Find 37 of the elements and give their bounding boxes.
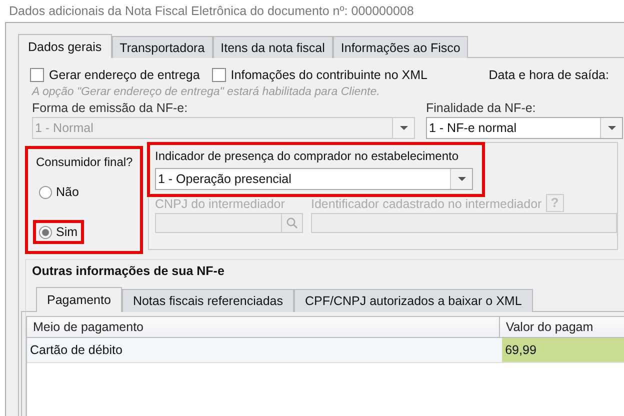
window-title: Dados adicionais da Nota Fiscal Eletrônica do documento nº: 000000008 [8, 3, 415, 20]
section-title: Outras informações de sua NF-e [31, 263, 226, 280]
radio-button[interactable] [39, 226, 52, 238]
field-label: Forma de emissão da NF-e: [32, 100, 189, 117]
dropdown-icon [458, 177, 466, 181]
column-header: Valor do pagam [504, 319, 594, 336]
tab[interactable]: Dados gerais [18, 34, 112, 58]
purpose-select[interactable]: 1 - NF-e normal [426, 117, 623, 139]
cnpj-field[interactable] [155, 213, 303, 233]
checkbox[interactable] [30, 68, 44, 82]
checkbox[interactable] [212, 68, 226, 82]
tab[interactable]: CPF/CNPJ autorizados a baixar o XML [294, 289, 533, 312]
radio-label[interactable]: Não [56, 185, 79, 199]
tab[interactable]: Transportadora [112, 36, 213, 58]
field-label: Finalidade da NF-e: [426, 100, 537, 117]
column-header: Meio de pagamento [27, 317, 500, 337]
field-label: Identificador cadastrado no intermediador [311, 196, 542, 213]
group-label: Indicador de presença do comprador no estabelecimento [155, 148, 460, 165]
checkbox-label: Infomações do contribuinte no XML [230, 68, 428, 82]
radio-button[interactable] [39, 186, 52, 198]
tab[interactable]: Informações ao Fisco [332, 36, 468, 58]
dropdown-icon [608, 126, 616, 130]
presence-select[interactable]: 1 - Operação presencial [155, 168, 473, 190]
intermediary-id-field[interactable] [311, 213, 617, 233]
table-cell-text: Cartão de débito [29, 342, 124, 359]
tab[interactable]: Itens da nota fiscal [212, 36, 333, 58]
table-cell: 69,99 [502, 338, 624, 362]
field-label: CNPJ do intermediador [155, 196, 286, 213]
tab[interactable]: Pagamento [36, 287, 122, 312]
group-label: Consumidor final? [36, 154, 132, 171]
exit-datetime-label: Data e hora de saída: [488, 68, 609, 82]
hint-text: A opção "Gerar endereço de entrega" estará habilitada para Cliente. [30, 86, 381, 100]
radio-label[interactable]: Sim [56, 225, 78, 239]
checkbox-label: Gerar endereço de entrega [49, 68, 200, 82]
dropdown-icon [400, 126, 408, 130]
tab[interactable]: Notas fiscais referenciadas [122, 289, 294, 312]
search-icon [286, 217, 298, 229]
